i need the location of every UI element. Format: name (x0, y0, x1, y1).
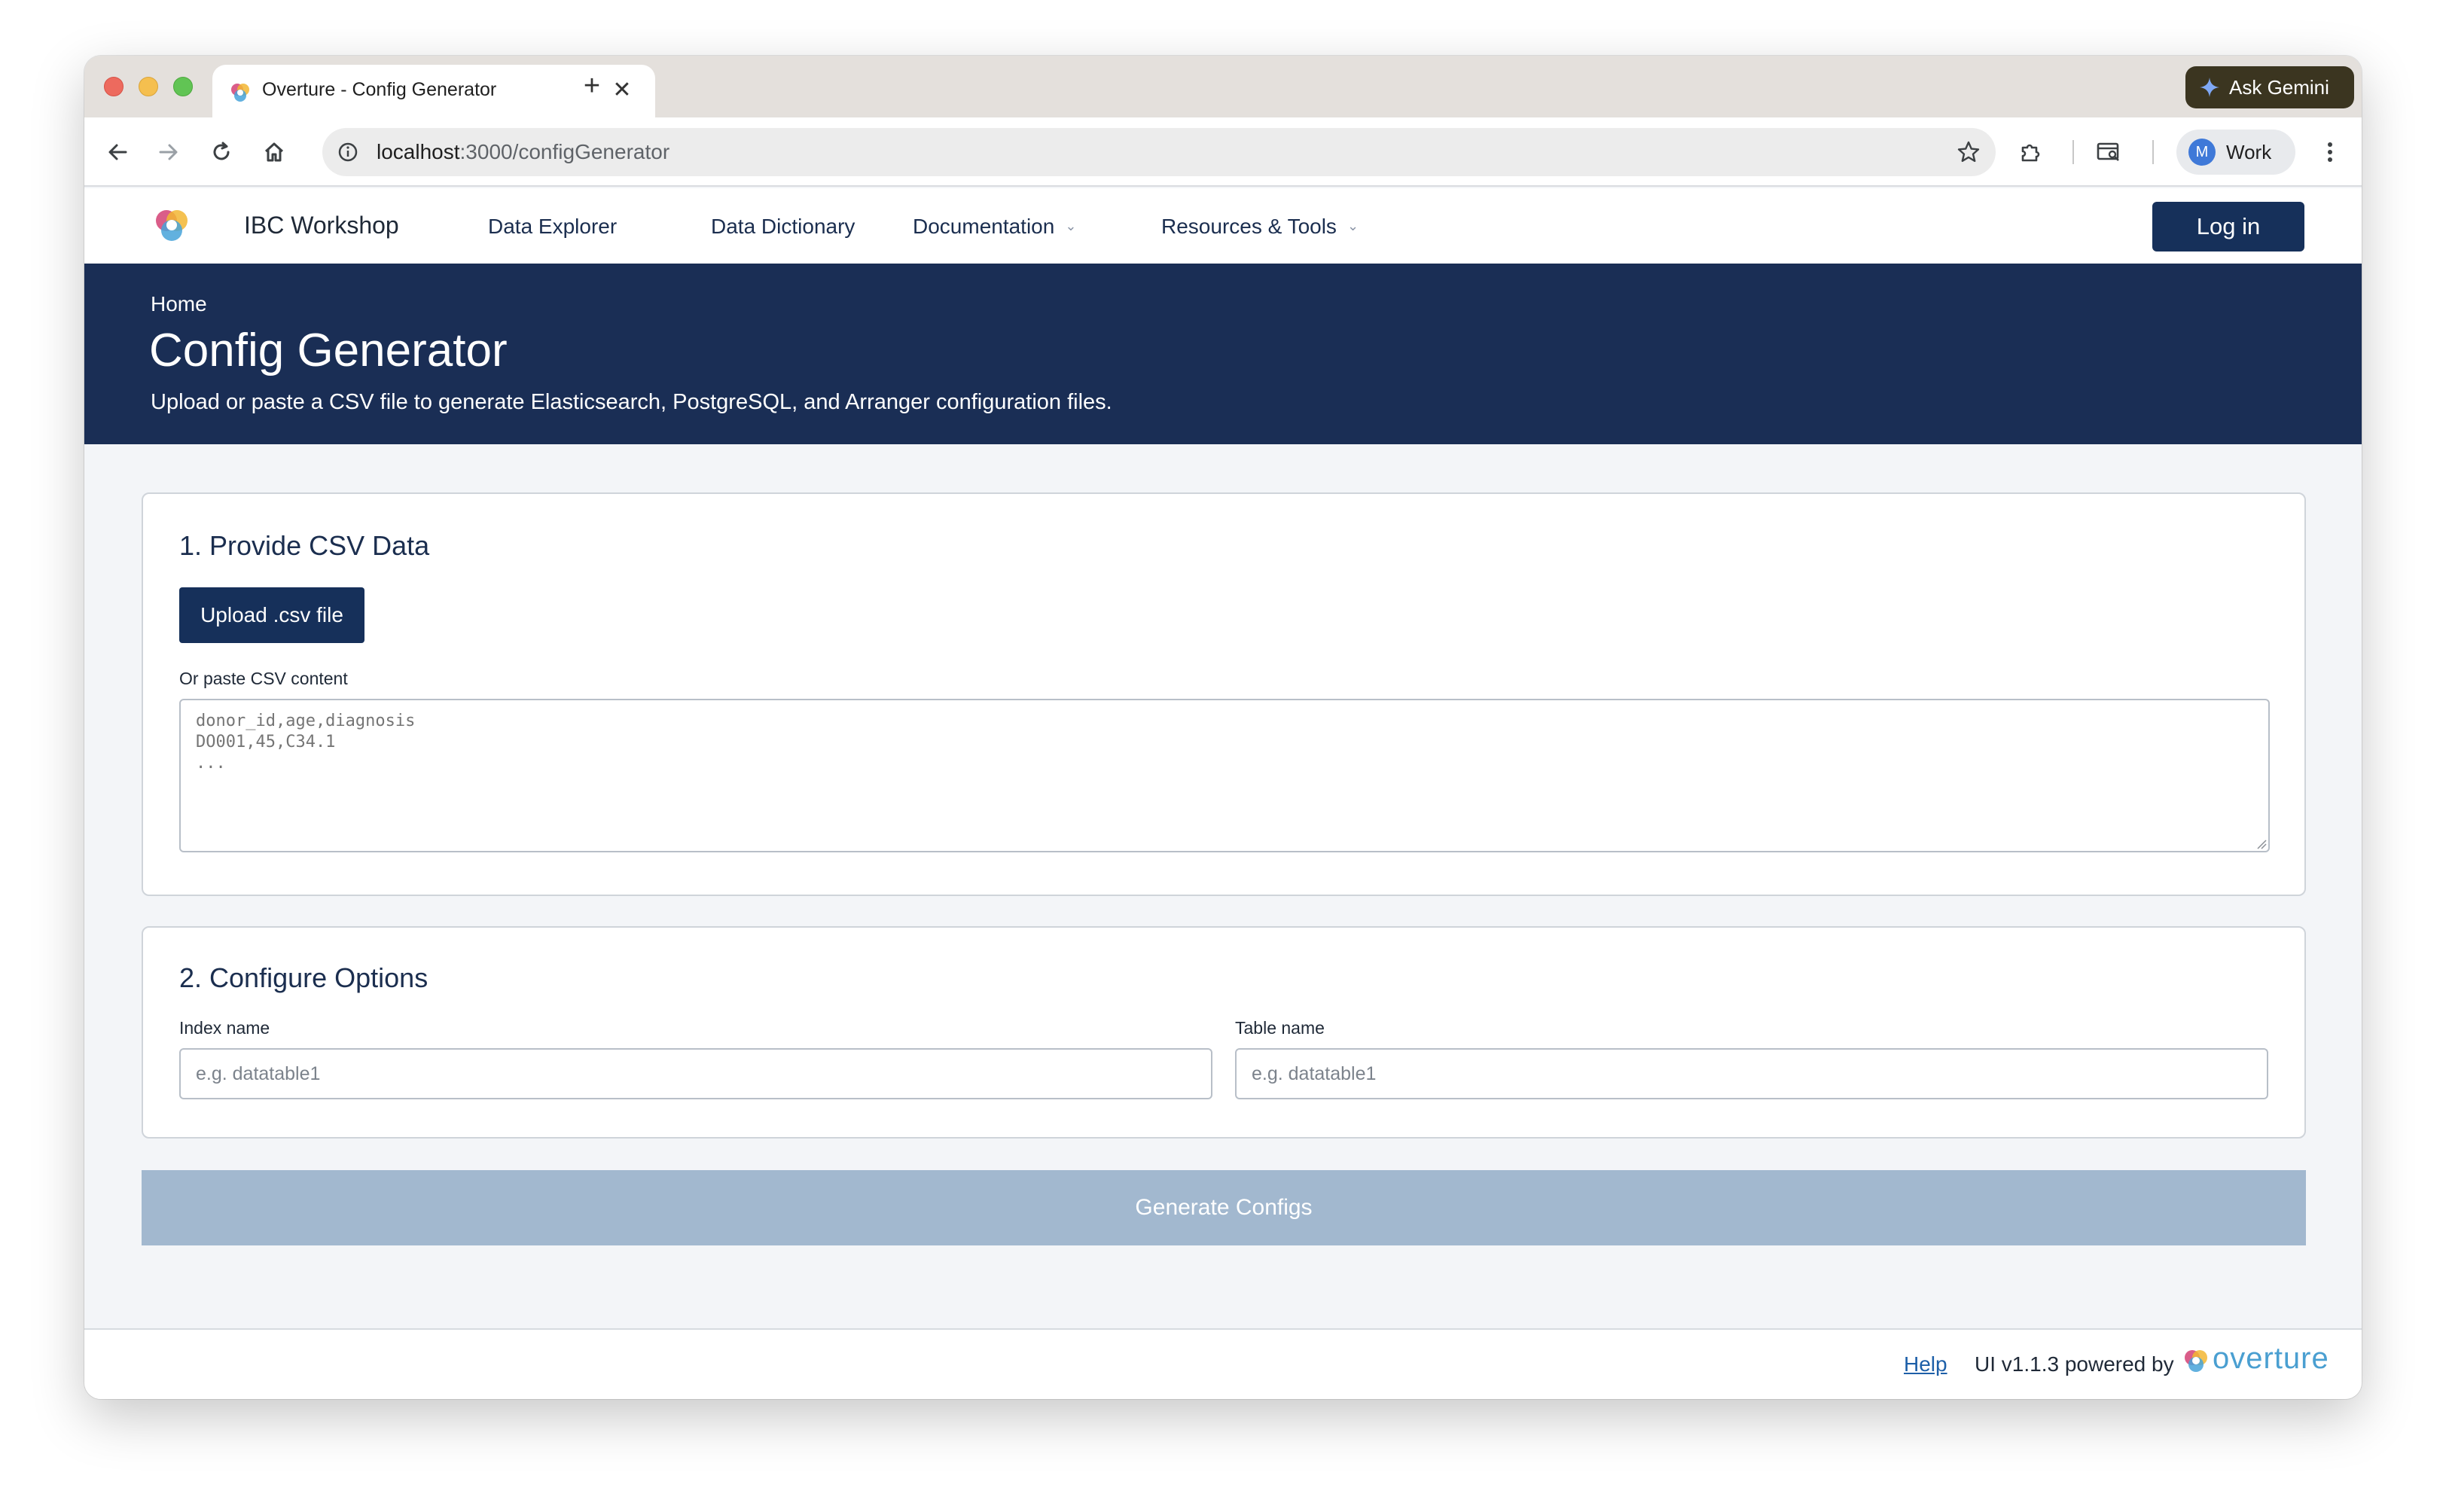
new-tab-button[interactable]: + (575, 69, 608, 102)
configure-options-card: 2. Configure Options Index name Table na… (142, 926, 2306, 1139)
nav-documentation[interactable]: Documentation ⌄ (913, 215, 1076, 239)
overture-footer-logo-icon[interactable] (2182, 1348, 2210, 1375)
browser-window: Overture - Config Generator ✕ + Ask Gemi… (84, 56, 2362, 1399)
generate-configs-button[interactable]: Generate Configs (142, 1170, 2306, 1245)
chevron-down-icon: ⌄ (1347, 218, 1359, 233)
overture-wordmark[interactable]: overture (2213, 1342, 2329, 1376)
breadcrumb-home[interactable]: Home (151, 292, 207, 316)
more-menu-icon[interactable] (2313, 136, 2347, 169)
profile-label: Work (2226, 141, 2272, 163)
tab-close-icon[interactable]: ✕ (608, 77, 636, 104)
overture-logo-icon[interactable] (152, 206, 191, 245)
site-name[interactable]: IBC Workshop (244, 212, 399, 239)
address-bar[interactable]: localhost:3000/configGenerator (322, 128, 1996, 176)
reload-icon[interactable] (205, 136, 238, 169)
url-path: :3000/configGenerator (459, 140, 670, 163)
tab-search-icon[interactable] (2092, 136, 2125, 169)
home-icon[interactable] (258, 136, 291, 169)
toolbar-separator (2072, 140, 2074, 164)
back-arrow-icon[interactable] (101, 136, 134, 169)
nav-documentation-label: Documentation (913, 215, 1055, 238)
forward-arrow-icon[interactable] (152, 136, 185, 169)
screen: Overture - Config Generator ✕ + Ask Gemi… (0, 0, 2446, 1512)
gemini-sparkle-icon (2200, 78, 2219, 97)
page-footer: Help UI v1.1.3 powered by overture (84, 1328, 2362, 1399)
ask-gemini-button[interactable]: Ask Gemini (2185, 66, 2354, 108)
page-subtitle: Upload or paste a CSV file to generate E… (151, 390, 1112, 414)
chevron-down-icon: ⌄ (1065, 218, 1077, 233)
nav-data-dictionary[interactable]: Data Dictionary (711, 215, 855, 239)
tab-bar: Overture - Config Generator ✕ + Ask Gemi… (84, 56, 2362, 117)
provide-csv-card: 1. Provide CSV Data Upload .csv file Or … (142, 492, 2306, 896)
nav-resources-tools-label: Resources & Tools (1161, 215, 1337, 238)
tab-title: Overture - Config Generator (262, 79, 497, 100)
overture-favicon-icon (231, 84, 249, 102)
minimize-window-button[interactable] (139, 77, 158, 96)
index-name-label: Index name (179, 1018, 270, 1038)
page-banner: Home Config Generator Upload or paste a … (84, 264, 2362, 444)
version-text: UI v1.1.3 powered by (1975, 1352, 2174, 1376)
csv-content-textarea[interactable] (179, 699, 2270, 852)
nav-resources-tools[interactable]: Resources & Tools ⌄ (1161, 215, 1359, 239)
zoom-window-button[interactable] (173, 77, 193, 96)
site-info-icon[interactable] (337, 142, 358, 163)
index-name-input[interactable] (179, 1048, 1212, 1099)
profile-avatar: M (2188, 139, 2216, 166)
url-text: localhost:3000/configGenerator (377, 140, 669, 164)
table-name-input[interactable] (1235, 1048, 2268, 1099)
login-button[interactable]: Log in (2152, 202, 2304, 251)
browser-toolbar: localhost:3000/configGenerator M Work (84, 117, 2362, 187)
resize-handle-icon[interactable] (2256, 839, 2267, 849)
extensions-icon[interactable] (2014, 136, 2047, 169)
page-title: Config Generator (149, 325, 508, 376)
profile-chip[interactable]: M Work (2176, 130, 2295, 175)
site-header: IBC Workshop Data Explorer Data Dictiona… (84, 188, 2362, 264)
step1-title: 1. Provide CSV Data (179, 530, 430, 561)
help-link[interactable]: Help (1904, 1352, 1947, 1376)
ask-gemini-label: Ask Gemini (2229, 76, 2329, 99)
table-name-label: Table name (1235, 1018, 1325, 1038)
close-window-button[interactable] (104, 77, 124, 96)
bookmark-star-icon[interactable] (1956, 140, 1981, 164)
upload-csv-button[interactable]: Upload .csv file (179, 587, 364, 643)
url-host: localhost (377, 140, 460, 163)
nav-data-explorer[interactable]: Data Explorer (488, 215, 617, 239)
paste-csv-label: Or paste CSV content (179, 669, 348, 688)
toolbar-separator (2152, 140, 2154, 164)
step2-title: 2. Configure Options (179, 962, 429, 993)
